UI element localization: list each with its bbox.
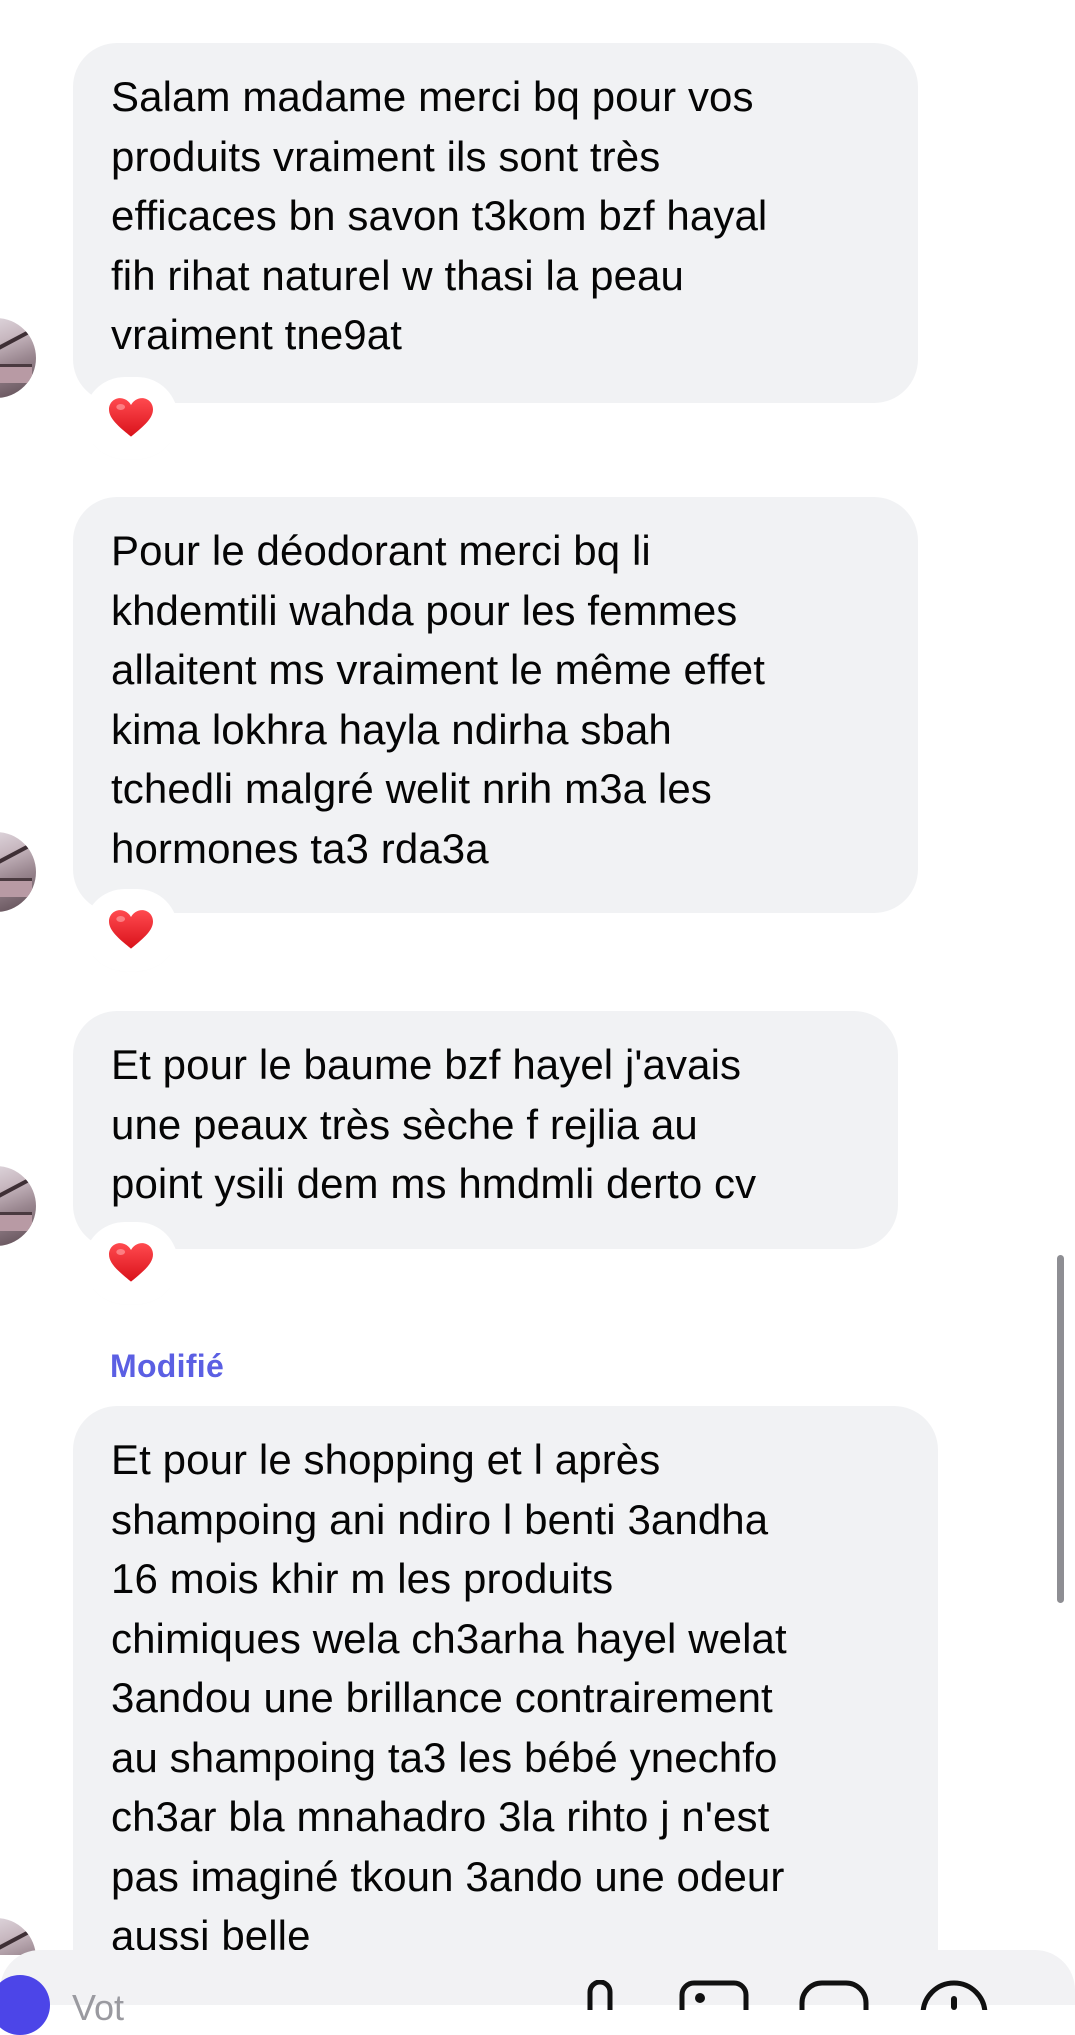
- message-bubble[interactable]: Salam madame merci bq pour vos produits …: [73, 43, 918, 403]
- sender-avatar[interactable]: [0, 1166, 36, 1246]
- edited-label: Modifié: [110, 1348, 225, 1384]
- message-composer[interactable]: [0, 1950, 1075, 2005]
- message-thread[interactable]: Salam madame merci bq pour vos produits …: [0, 0, 1075, 1955]
- reaction-badge[interactable]: [88, 1226, 174, 1300]
- emoji-icon[interactable]: [918, 1980, 990, 2010]
- sender-avatar[interactable]: [0, 1918, 36, 1955]
- message-bubble[interactable]: Et pour le shopping et l après shampoing…: [73, 1406, 938, 1955]
- message-input[interactable]: Vot: [72, 1988, 124, 2028]
- heart-icon: [109, 1243, 153, 1282]
- heart-icon: [109, 910, 153, 949]
- sender-avatar[interactable]: [0, 318, 36, 398]
- scrollbar[interactable]: [1057, 1255, 1064, 1603]
- image-icon[interactable]: [678, 1980, 750, 2010]
- heart-icon: [109, 398, 153, 437]
- reaction-badge[interactable]: [88, 381, 174, 455]
- sticker-icon[interactable]: [798, 1980, 870, 2010]
- message-bubble[interactable]: Et pour le baume bzf hayel j'avais une p…: [73, 1011, 898, 1249]
- reaction-badge[interactable]: [88, 893, 174, 967]
- message-bubble[interactable]: Pour le déodorant merci bq li khdemtili …: [73, 497, 918, 913]
- sender-avatar[interactable]: [0, 832, 36, 912]
- microphone-icon[interactable]: [578, 1980, 622, 2010]
